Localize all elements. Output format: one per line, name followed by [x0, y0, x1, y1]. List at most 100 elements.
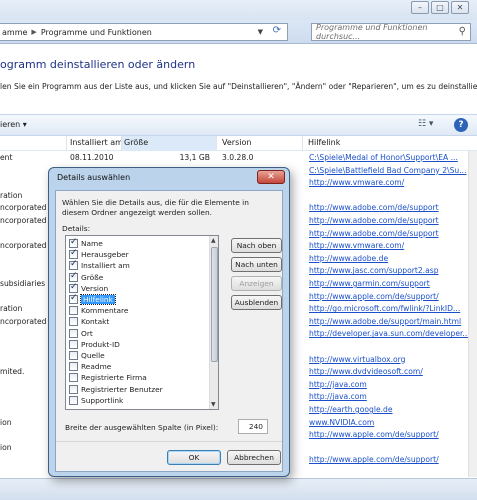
checkbox-icon[interactable]: [69, 317, 78, 327]
dialog-separator: [56, 441, 282, 442]
minimize-button[interactable]: –: [411, 1, 429, 14]
column-version[interactable]: Version: [222, 138, 251, 147]
helplink-cell[interactable]: http://earth.google.de: [309, 405, 393, 414]
scrollbar-thumb[interactable]: [211, 247, 218, 362]
helplink-cell[interactable]: www.NVIDIA.com: [309, 418, 374, 427]
search-icon[interactable]: ⚲: [459, 26, 466, 37]
details-list-item[interactable]: Registrierter Benutzer: [69, 384, 163, 395]
details-list-item[interactable]: Kommentare: [69, 305, 128, 316]
breadcrumb[interactable]: amme ▶ Programme und Funktionen ▼ ⟳: [0, 23, 288, 41]
cancel-button[interactable]: Abbrechen: [227, 450, 281, 465]
title-bar: – □ ✕: [0, 0, 477, 20]
helplink-cell[interactable]: http://developer.java.sun.com/developer.…: [309, 329, 470, 338]
helplink-cell[interactable]: http://www.garmin.com/support: [309, 279, 430, 288]
search-input[interactable]: Programme und Funktionen durchsuc... ⚲: [311, 23, 471, 41]
checkbox-icon[interactable]: [69, 328, 78, 338]
column-header: Installiert am Größe Version Hilfelink: [0, 136, 477, 151]
checkbox-icon[interactable]: [69, 271, 78, 282]
helplink-cell[interactable]: http://www.vmware.com/: [309, 241, 404, 250]
checkbox-icon[interactable]: [69, 384, 78, 394]
address-dropdown-icon[interactable]: ▼: [258, 28, 263, 36]
details-list-item[interactable]: Installiert am: [69, 259, 130, 271]
program-name-cell: ion: [0, 417, 12, 427]
details-list-item[interactable]: Readme: [69, 361, 111, 372]
details-item-label: Registrierte Firma: [81, 373, 147, 383]
details-list-item[interactable]: Produkt-ID: [69, 339, 120, 350]
program-name-cell: ent: [0, 153, 13, 162]
list-scrollbar[interactable]: [468, 151, 477, 477]
dialog-instructions: Wählen Sie die Details aus, die für die …: [62, 198, 249, 217]
maximize-button[interactable]: □: [431, 1, 449, 14]
details-list-item[interactable]: Kontakt: [69, 316, 109, 327]
details-list-item[interactable]: Quelle: [69, 350, 105, 361]
checkbox-icon[interactable]: [69, 237, 78, 248]
helplink-cell[interactable]: http://java.com: [309, 392, 367, 401]
details-list-item[interactable]: Supportlink: [69, 395, 123, 406]
helplink-cell[interactable]: http://www.dvdvideosoft.com/: [309, 367, 423, 376]
checkbox-icon[interactable]: [69, 339, 78, 349]
show-button[interactable]: Anzeigen: [231, 276, 282, 291]
column-installed[interactable]: Installiert am: [70, 138, 123, 147]
dialog-close-button[interactable]: ✕: [257, 170, 285, 184]
helplink-cell[interactable]: http://www.adobe.com/de/support: [309, 203, 439, 212]
hide-button[interactable]: Ausblenden: [231, 295, 282, 310]
checkbox-icon[interactable]: [69, 351, 78, 360]
program-name-cell: ncorporated: [0, 316, 47, 326]
dialog-body: Wählen Sie die Details aus, die für die …: [55, 190, 283, 472]
helplink-cell[interactable]: http://www.apple.com/de/support/: [309, 292, 439, 301]
details-item-label: Quelle: [81, 351, 105, 360]
helplink-cell[interactable]: http://go.microsoft.com/fwlink/?LinkID..…: [309, 304, 460, 313]
breadcrumb-item-programs-features[interactable]: Programme und Funktionen: [41, 28, 152, 37]
helplink-cell[interactable]: http://www.adobe.de: [309, 254, 388, 263]
column-divider[interactable]: [302, 136, 303, 151]
helplink-cell[interactable]: http://www.adobe.de/support/main.html: [309, 317, 461, 326]
toolbar: ieren ▾ ☷ ▾ ?: [0, 114, 477, 136]
ok-button[interactable]: OK: [167, 450, 221, 465]
checkbox-icon[interactable]: [69, 306, 78, 316]
checkbox-icon[interactable]: [69, 373, 78, 383]
helplink-cell[interactable]: http://java.com: [309, 380, 367, 389]
help-icon[interactable]: ?: [454, 118, 468, 132]
address-bar-row: amme ▶ Programme und Funktionen ▼ ⟳ Prog…: [0, 20, 477, 44]
details-list-item[interactable]: Ort: [69, 328, 93, 339]
column-helplink[interactable]: Hilfelink: [308, 138, 340, 147]
helplink-cell[interactable]: http://www.virtualbox.org: [309, 355, 406, 364]
details-item-label: Supportlink: [81, 395, 124, 405]
views-button[interactable]: ☷ ▾: [418, 119, 433, 129]
checkbox-icon[interactable]: [69, 282, 78, 293]
checkbox-icon[interactable]: [69, 248, 78, 260]
checkbox-icon[interactable]: [69, 259, 78, 271]
details-list-item[interactable]: Registrierte Firma: [69, 372, 147, 383]
helplink-cell[interactable]: http://www.adobe.com/de/support: [309, 216, 439, 225]
column-size[interactable]: Größe: [122, 136, 216, 151]
helplink-cell[interactable]: http://www.jasc.com/support2.asp: [309, 266, 439, 275]
details-item-label: Herausgeber: [81, 250, 129, 260]
helplink-cell[interactable]: C:\Spiele\Medal of Honor\Support\EA ...: [309, 153, 458, 162]
helplink-cell[interactable]: http://www.adobe.com/de/support: [309, 229, 439, 238]
checkbox-icon[interactable]: [69, 395, 78, 405]
breadcrumb-item-programs[interactable]: amme: [2, 28, 27, 37]
helplink-cell[interactable]: C:\Spiele\Battlefield Bad Company 2\Su..…: [309, 166, 466, 175]
listbox-scrollbar[interactable]: ▲ ▼: [209, 236, 218, 409]
details-listbox[interactable]: ▲ ▼ Name HerausgeberInstalliert amGrößeVe…: [65, 235, 219, 410]
move-up-button[interactable]: Nach oben: [231, 238, 282, 253]
checkbox-icon[interactable]: [69, 362, 78, 372]
program-name-cell: ration: [0, 304, 23, 314]
checkbox-icon[interactable]: [69, 293, 78, 304]
details-pane: [0, 478, 477, 500]
move-down-button[interactable]: Nach unten: [231, 257, 282, 272]
table-row[interactable]: ent 08.11.2010 13,1 GB 3.0.28.0 C:\Spiele\Me…: [0, 153, 477, 165]
column-width-input[interactable]: 240: [238, 419, 268, 434]
scroll-up-icon[interactable]: ▲: [211, 237, 216, 244]
helplink-cell[interactable]: http://www.apple.com/de/support/: [309, 430, 439, 439]
details-list-item[interactable]: Hilfelink: [69, 293, 116, 305]
helplink-cell[interactable]: http://www.vmware.com/: [309, 178, 404, 187]
details-list-item[interactable]: Herausgeber: [69, 248, 129, 260]
scroll-down-icon[interactable]: ▼: [211, 401, 216, 408]
organize-button[interactable]: ieren ▾: [0, 120, 27, 129]
helplink-cell[interactable]: http://www.apple.com/de/support/: [309, 455, 439, 464]
column-divider[interactable]: [216, 136, 217, 151]
column-divider[interactable]: [66, 136, 67, 151]
refresh-icon[interactable]: ⟳: [273, 25, 281, 36]
close-window-button[interactable]: ✕: [451, 1, 469, 14]
